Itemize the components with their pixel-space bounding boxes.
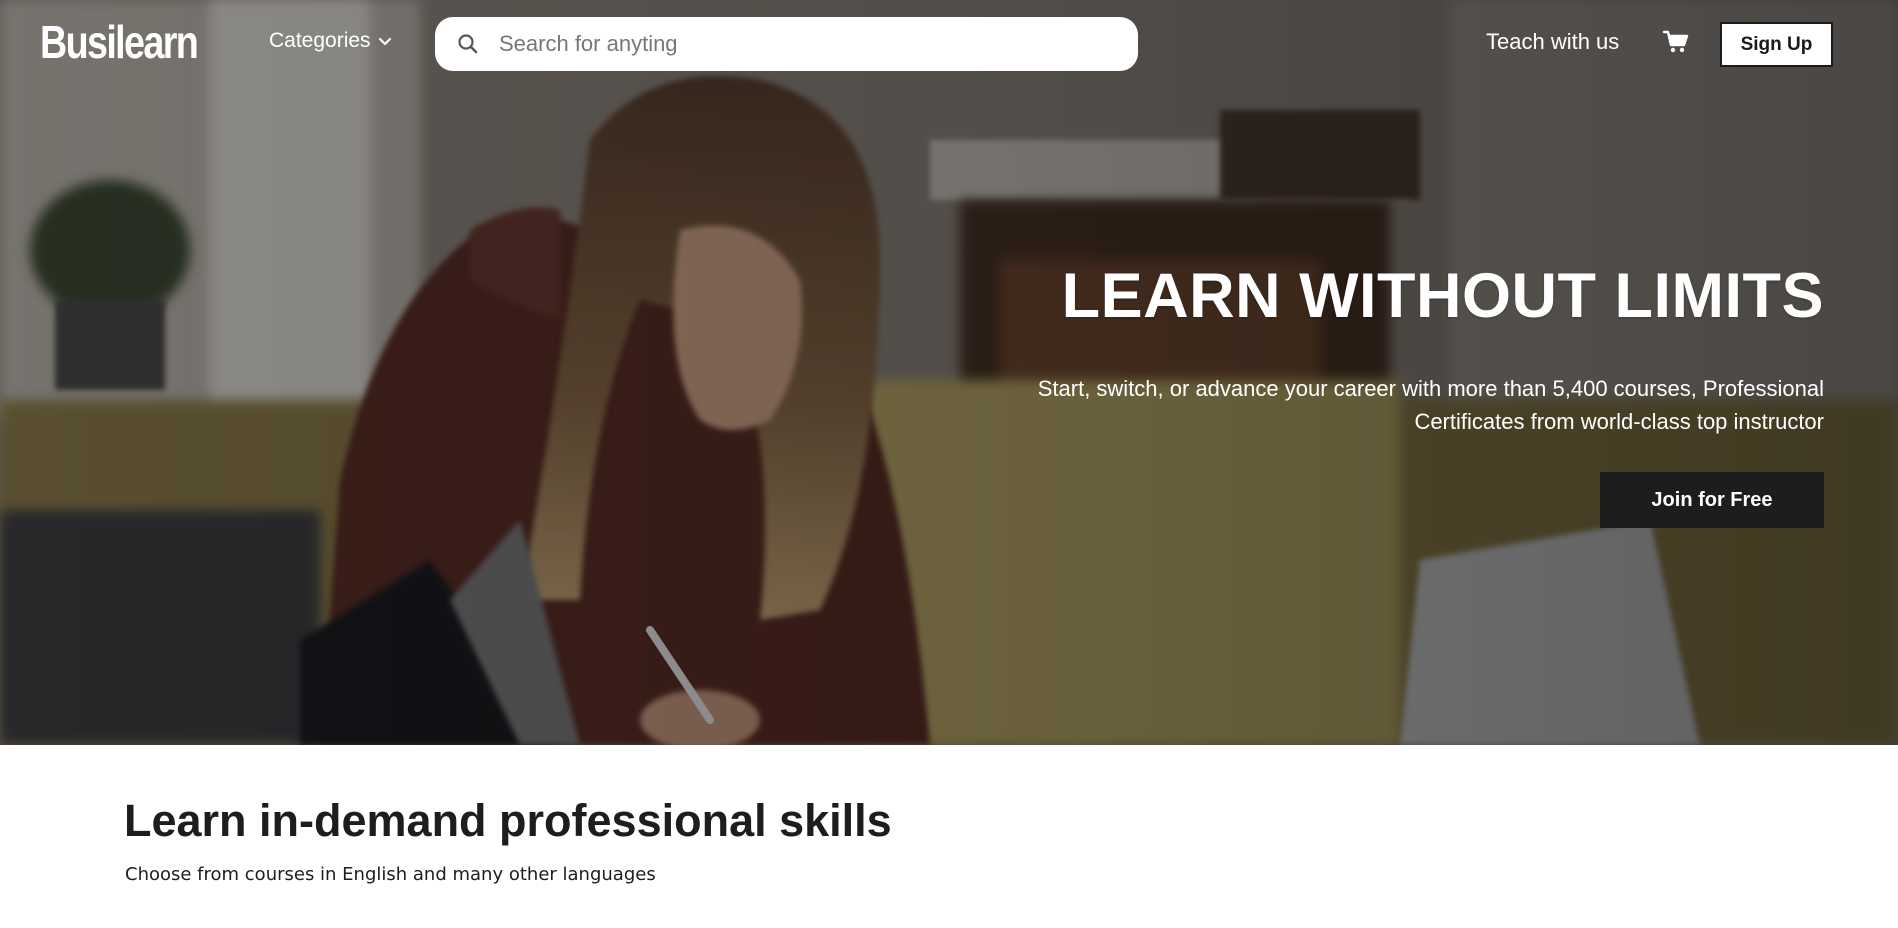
hero-subtitle: Start, switch, or advance your career wi… [1037,376,1824,434]
join-for-free-button[interactable]: Join for Free [1600,472,1824,528]
search-bar[interactable] [435,17,1138,71]
logo[interactable]: Busilearn [40,14,199,70]
shopping-cart-icon[interactable] [1662,28,1690,56]
categories-label: Categories [269,29,371,52]
search-input[interactable] [499,17,1119,71]
hero-banner: Busilearn Categories Teach with us Sign … [0,0,1898,745]
top-navbar: Busilearn Categories Teach with us Sign … [0,0,1898,86]
sign-up-button[interactable]: Sign Up [1720,22,1833,67]
hero-title: LEARN WITHOUT LIMITS [1061,261,1824,331]
categories-dropdown[interactable]: Categories [269,29,393,53]
search-icon [458,34,478,54]
chevron-down-icon [378,37,391,46]
section-title: Learn in-demand professional skills [124,795,892,846]
teach-with-us-link[interactable]: Teach with us [1486,29,1619,55]
section-subtitle: Choose from courses in English and many … [125,864,656,885]
